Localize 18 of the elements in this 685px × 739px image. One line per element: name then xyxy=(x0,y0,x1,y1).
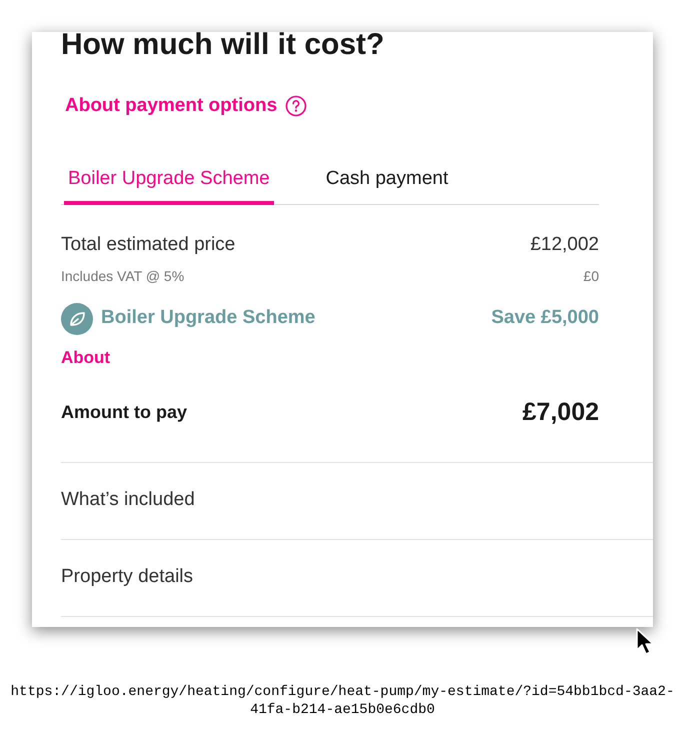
help-link[interactable]: About payment options xyxy=(65,92,308,120)
vat-value: £0 xyxy=(583,266,599,286)
payment-tab[interactable]: Boiler Upgrade Scheme xyxy=(64,164,274,205)
accordion-item[interactable]: What’s included xyxy=(61,486,195,515)
page-url: https://igloo.energy/heating/configure/heat-pump/my-estimate/?id=54bb1bcd-3aa2-41fa-b214-ae15b0e6cdb0 xyxy=(10,683,676,719)
page-heading: How much will it cost? xyxy=(61,32,384,58)
amount-label: Amount to pay xyxy=(61,401,187,424)
about-link[interactable]: About xyxy=(61,344,110,370)
saving-value: Save £5,000 xyxy=(491,306,599,330)
accordion-item[interactable]: Property details xyxy=(61,563,194,592)
leaf-icon xyxy=(61,302,93,334)
scheme-label: Boiler Upgrade Scheme xyxy=(101,306,316,330)
vat-note: Includes VAT @ 5% xyxy=(61,266,184,286)
price-label: Total estimated price xyxy=(61,233,236,257)
price-value: £12,002 xyxy=(530,233,599,257)
amount-value: £7,002 xyxy=(522,397,599,428)
help-icon xyxy=(285,95,308,118)
payment-tab[interactable]: Cash payment xyxy=(326,164,448,205)
